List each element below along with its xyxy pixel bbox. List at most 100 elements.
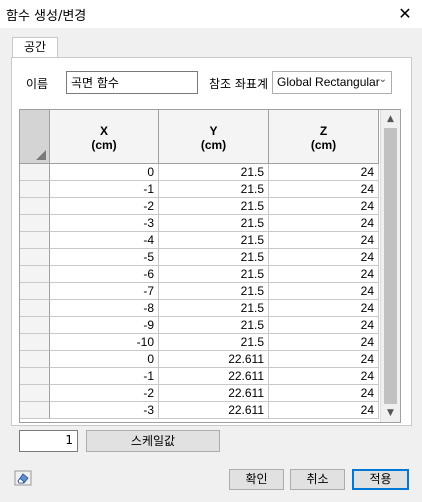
row-header[interactable] — [20, 249, 50, 266]
column-x-unit: (cm) — [91, 138, 117, 152]
row-header[interactable] — [20, 283, 50, 300]
close-icon[interactable]: ✕ — [394, 3, 416, 25]
row-header[interactable] — [20, 181, 50, 198]
coord-system-select[interactable]: Global Rectangular ⌄ — [272, 71, 392, 94]
row-header[interactable] — [20, 317, 50, 334]
cell-z[interactable]: 24 — [269, 351, 379, 368]
cell-z[interactable]: 24 — [269, 249, 379, 266]
name-input[interactable]: 곡면 함수 — [66, 71, 198, 94]
cell-y[interactable]: 21.5 — [159, 215, 269, 232]
scrollbar-thumb[interactable] — [384, 128, 397, 404]
cell-y[interactable]: 21.5 — [159, 334, 269, 351]
cell-y[interactable]: 21.5 — [159, 300, 269, 317]
cell-z[interactable]: 24 — [269, 232, 379, 249]
row-header[interactable] — [20, 351, 50, 368]
cell-x[interactable]: -5 — [50, 249, 159, 266]
cell-x[interactable]: -1 — [50, 368, 159, 385]
tab-space[interactable]: 공간 — [12, 37, 58, 58]
cell-z[interactable]: 24 — [269, 402, 379, 419]
cell-x[interactable]: -9 — [50, 317, 159, 334]
cell-y[interactable]: 21.5 — [159, 317, 269, 334]
cell-z[interactable]: 24 — [269, 334, 379, 351]
row-header[interactable] — [20, 266, 50, 283]
cell-x[interactable]: -2 — [50, 198, 159, 215]
coord-system-value: Global Rectangular — [277, 75, 380, 89]
table-row: -5 21.5 24 — [20, 249, 379, 266]
chevron-down-icon: ⌄ — [378, 74, 387, 85]
column-header-z[interactable]: Z (cm) — [269, 110, 379, 164]
cancel-button[interactable]: 취소 — [290, 469, 345, 490]
table-row: 0 21.5 24 — [20, 164, 379, 181]
cell-x[interactable]: -3 — [50, 215, 159, 232]
table-row: -1 21.5 24 — [20, 181, 379, 198]
row-header[interactable] — [20, 368, 50, 385]
cell-y[interactable]: 21.5 — [159, 232, 269, 249]
table-body: 0 21.5 24 -1 21.5 24 -2 21.5 24 -3 21.5 24 -4 21.… — [20, 164, 379, 419]
row-header[interactable] — [20, 334, 50, 351]
select-all-corner[interactable] — [20, 110, 50, 164]
table-row: -4 21.5 24 — [20, 232, 379, 249]
cell-z[interactable]: 24 — [269, 215, 379, 232]
cell-y[interactable]: 22.611 — [159, 402, 269, 419]
column-y-unit: (cm) — [200, 138, 227, 152]
row-header[interactable] — [20, 385, 50, 402]
vertical-scrollbar[interactable]: ▲ ▼ — [380, 110, 400, 422]
row-header[interactable] — [20, 215, 50, 232]
eraser-icon[interactable] — [14, 470, 32, 486]
column-y-name: Y — [209, 124, 218, 138]
table-row: -8 21.5 24 — [20, 300, 379, 317]
cell-y[interactable]: 22.611 — [159, 385, 269, 402]
cell-y[interactable]: 21.5 — [159, 283, 269, 300]
column-x-name: X — [99, 124, 108, 138]
cell-z[interactable]: 24 — [269, 300, 379, 317]
row-header[interactable] — [20, 300, 50, 317]
ok-button[interactable]: 확인 — [229, 469, 284, 490]
table-row: -2 22.611 24 — [20, 385, 379, 402]
cell-x[interactable]: -3 — [50, 402, 159, 419]
cell-z[interactable]: 24 — [269, 181, 379, 198]
cell-z[interactable]: 24 — [269, 368, 379, 385]
cell-x[interactable]: 0 — [50, 351, 159, 368]
cell-y[interactable]: 21.5 — [159, 181, 269, 198]
window-title: 함수 생성/변경 — [6, 9, 87, 24]
scale-value-input[interactable]: 1 — [19, 430, 78, 452]
cell-z[interactable]: 24 — [269, 283, 379, 300]
cell-x[interactable]: 0 — [50, 164, 159, 181]
scroll-up-icon[interactable]: ▲ — [381, 110, 400, 128]
cell-y[interactable]: 22.611 — [159, 351, 269, 368]
dialog-body: 공간 이름 곡면 함수 참조 좌표계 Global Rectangular ⌄ … — [0, 28, 422, 502]
cell-z[interactable]: 24 — [269, 385, 379, 402]
scale-button[interactable]: 스케일값 — [86, 430, 220, 452]
cell-y[interactable]: 21.5 — [159, 198, 269, 215]
table-row: -6 21.5 24 — [20, 266, 379, 283]
cell-y[interactable]: 21.5 — [159, 249, 269, 266]
cell-x[interactable]: -1 — [50, 181, 159, 198]
cell-x[interactable]: -2 — [50, 385, 159, 402]
column-header-y[interactable]: Y (cm) — [159, 110, 269, 164]
row-header[interactable] — [20, 164, 50, 181]
cell-y[interactable]: 21.5 — [159, 164, 269, 181]
column-z-unit: (cm) — [310, 138, 337, 152]
cell-z[interactable]: 24 — [269, 198, 379, 215]
cell-y[interactable]: 22.611 — [159, 368, 269, 385]
cell-z[interactable]: 24 — [269, 266, 379, 283]
table-row: -3 21.5 24 — [20, 215, 379, 232]
cell-x[interactable]: -6 — [50, 266, 159, 283]
cell-y[interactable]: 21.5 — [159, 266, 269, 283]
row-header[interactable] — [20, 232, 50, 249]
cell-x[interactable]: -4 — [50, 232, 159, 249]
scroll-down-icon[interactable]: ▼ — [381, 404, 400, 422]
row-header[interactable] — [20, 198, 50, 215]
cell-x[interactable]: -10 — [50, 334, 159, 351]
column-header-x[interactable]: X (cm) — [50, 110, 159, 164]
data-grid: X (cm) Y (cm) Z (cm) 0 21.5 24 -1 21.5 24 -2… — [19, 109, 401, 423]
apply-button[interactable]: 적용 — [352, 469, 409, 490]
title-bar: 함수 생성/변경 ✕ — [0, 0, 422, 28]
table-row: -2 21.5 24 — [20, 198, 379, 215]
cell-z[interactable]: 24 — [269, 317, 379, 334]
table-row: -1 22.611 24 — [20, 368, 379, 385]
cell-x[interactable]: -7 — [50, 283, 159, 300]
cell-x[interactable]: -8 — [50, 300, 159, 317]
row-header[interactable] — [20, 402, 50, 419]
cell-z[interactable]: 24 — [269, 164, 379, 181]
